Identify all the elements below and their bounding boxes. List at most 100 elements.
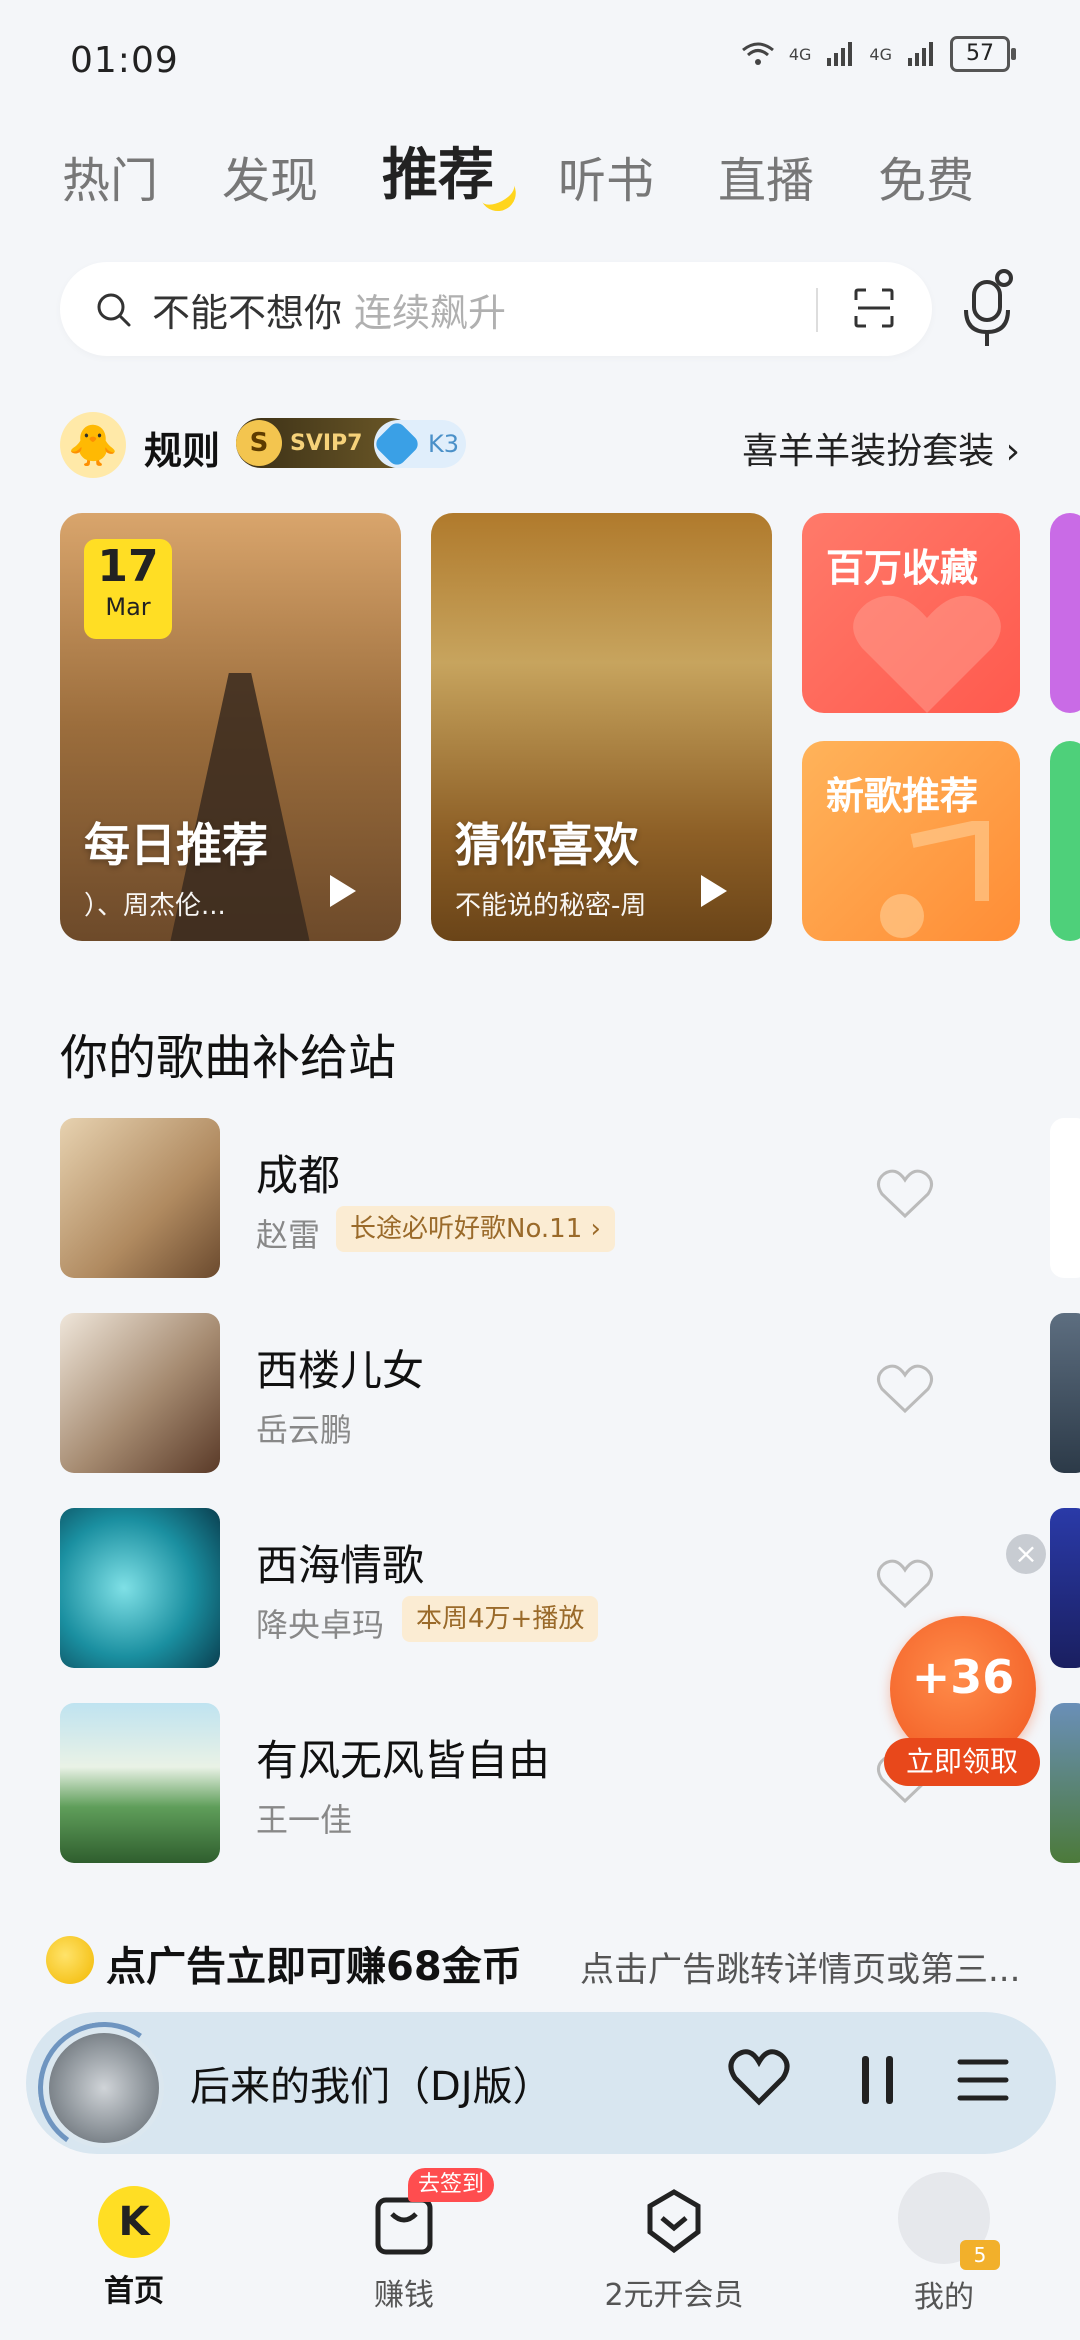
list-item[interactable]: 成都 赵雷 长途必听好歌No.11 › bbox=[60, 1118, 960, 1278]
microphone-icon[interactable] bbox=[958, 268, 1020, 350]
mini-player[interactable]: 后来的我们（DJ版） bbox=[26, 2011, 1056, 2165]
status-time: 01:09 bbox=[70, 40, 179, 81]
avatar[interactable]: 🐥 bbox=[60, 412, 126, 478]
user-row: 🐥 规则 S SVIP7 K3 喜羊羊装扮套装 › bbox=[60, 412, 1020, 478]
card-subtitle: ）、周杰伦... bbox=[84, 891, 226, 921]
suit-link-label: 喜羊羊装扮套装 bbox=[742, 431, 995, 472]
tab-recommend-label: 推荐 bbox=[382, 143, 495, 208]
song-artist: 降央卓玛 bbox=[256, 1606, 385, 1644]
wifi-icon bbox=[741, 42, 774, 65]
list-item[interactable]: 西海情歌 降央卓玛 本周4万+播放 bbox=[60, 1508, 960, 1668]
tab-hot[interactable]: 热门 bbox=[62, 141, 158, 211]
nav-earn[interactable]: 赚钱 bbox=[314, 2186, 494, 2314]
coin-icon bbox=[46, 1936, 94, 1984]
k-level-label: K3 bbox=[428, 430, 460, 458]
playlist-icon[interactable] bbox=[956, 2054, 1010, 2106]
nav-earn-label: 赚钱 bbox=[374, 2278, 434, 2313]
guess-you-like-card[interactable]: 猜你喜欢 不能说的秘密-周 bbox=[431, 513, 772, 941]
album-cover bbox=[60, 1508, 220, 1668]
card-subtitle: 不能说的秘密-周 bbox=[455, 891, 647, 921]
suit-link[interactable]: 喜羊羊装扮套装 › bbox=[742, 422, 1020, 474]
nav-home[interactable]: K 首页 bbox=[44, 2186, 224, 2310]
me-avatar: 5 bbox=[898, 2172, 1000, 2270]
coin-reward-widget[interactable]: +36 立即领取 bbox=[884, 1616, 1040, 1786]
tab-discover[interactable]: 发现 bbox=[222, 141, 318, 211]
signal-icon bbox=[827, 42, 853, 66]
status-icons: 4G 4G 57 bbox=[741, 36, 1016, 72]
battery-icon: 57 bbox=[950, 36, 1016, 72]
list-item[interactable]: 西楼儿女 岳云鹏 bbox=[60, 1313, 960, 1473]
user-name[interactable]: 规则 bbox=[144, 420, 220, 475]
card-peek[interactable] bbox=[1050, 513, 1080, 713]
tab-live[interactable]: 直播 bbox=[718, 141, 814, 211]
song-title: 西楼儿女 bbox=[256, 1346, 425, 1395]
peek-cover bbox=[1050, 1118, 1080, 1278]
song-tag[interactable]: 本周4万+播放 bbox=[402, 1596, 599, 1642]
diamond-icon bbox=[647, 2189, 701, 2254]
bottom-nav: K 首页 赚钱 2元开会员 5 我的 bbox=[0, 2156, 1080, 2340]
search-divider bbox=[816, 288, 818, 332]
chevron-right-icon: › bbox=[1005, 431, 1020, 472]
heart-icon[interactable] bbox=[728, 2048, 790, 2106]
song-artist: 王一佳 bbox=[256, 1801, 353, 1839]
nav-me[interactable]: 5 我的 bbox=[854, 2172, 1034, 2316]
nav-vip-label: 2元开会员 bbox=[604, 2278, 744, 2313]
top-tabs: 热门 发现 推荐 听书 直播 免费 bbox=[62, 130, 974, 218]
reward-amount: +36 bbox=[911, 1650, 1015, 1704]
heart-icon[interactable] bbox=[876, 1363, 934, 1415]
search-query: 不能不想你 连续飙升 bbox=[152, 282, 506, 337]
signal-icon-2 bbox=[908, 42, 933, 66]
peek-cover bbox=[1050, 1703, 1080, 1863]
signal-4g-label: 4G bbox=[788, 44, 812, 64]
nav-me-label: 我的 bbox=[914, 2280, 974, 2315]
search-bar[interactable]: 不能不想你 连续飙升 bbox=[60, 262, 932, 356]
pause-icon[interactable] bbox=[854, 2052, 904, 2108]
new-songs-card[interactable]: 新歌推荐 bbox=[802, 741, 1020, 941]
nav-vip[interactable]: 2元开会员 bbox=[584, 2186, 764, 2314]
ad-banner[interactable]: 点广告立即可赚68金币 点击广告跳转详情页或第三... bbox=[46, 1930, 1046, 1990]
peek-cover bbox=[1050, 1313, 1080, 1473]
svip-label: SVIP7 bbox=[290, 430, 363, 456]
music-note-decor-icon bbox=[880, 821, 989, 938]
svip-level-icon: S bbox=[236, 420, 282, 466]
song-artist: 赵雷 bbox=[256, 1216, 321, 1254]
playback-progress-ring bbox=[27, 2011, 181, 2165]
claim-reward-button[interactable]: 立即领取 bbox=[884, 1738, 1040, 1786]
song-artist: 岳云鹏 bbox=[256, 1411, 353, 1449]
album-cover bbox=[60, 1703, 220, 1863]
now-playing-title: 后来的我们（DJ版） bbox=[190, 2064, 553, 2110]
home-logo-icon: K bbox=[98, 2186, 170, 2258]
card-peek[interactable] bbox=[1050, 741, 1080, 941]
song-tag[interactable]: 长途必听好歌No.11 › bbox=[336, 1206, 615, 1252]
play-icon[interactable] bbox=[330, 875, 356, 907]
level-badge: 5 bbox=[960, 2240, 1000, 2270]
heart-icon[interactable] bbox=[876, 1558, 934, 1610]
search-hint: 连续飙升 bbox=[354, 291, 507, 335]
date-day: 17 bbox=[97, 541, 159, 592]
tab-recommend[interactable]: 推荐 bbox=[382, 130, 523, 218]
heart-icon[interactable] bbox=[876, 1168, 934, 1220]
album-cover bbox=[60, 1118, 220, 1278]
section-title: 你的歌曲补给站 bbox=[60, 1030, 397, 1086]
sign-in-badge[interactable]: 去签到 bbox=[408, 2168, 495, 2202]
scan-icon[interactable] bbox=[850, 284, 898, 332]
heart-decor-icon bbox=[853, 595, 1001, 713]
tab-free[interactable]: 免费 bbox=[878, 141, 974, 211]
ad-title: 点广告立即可赚68金币 bbox=[106, 1944, 522, 1990]
play-icon[interactable] bbox=[701, 875, 727, 907]
peek-cover bbox=[1050, 1508, 1080, 1668]
tab-audiobook[interactable]: 听书 bbox=[558, 141, 654, 211]
list-item[interactable]: 有风无风皆自由 王一佳 bbox=[60, 1703, 960, 1863]
million-favorites-card[interactable]: 百万收藏 bbox=[802, 513, 1020, 713]
date-badge: 17 Mar bbox=[84, 539, 172, 639]
album-cover bbox=[60, 1313, 220, 1473]
card-title: 猜你喜欢 bbox=[455, 818, 639, 872]
close-reward-button[interactable]: × bbox=[1006, 1534, 1046, 1574]
daily-recommend-card[interactable]: 17 Mar 每日推荐 ）、周杰伦... bbox=[60, 513, 401, 941]
song-title: 成都 bbox=[256, 1151, 341, 1200]
ad-description: 点击广告跳转详情页或第三... bbox=[580, 1950, 1021, 1990]
k-level-badge[interactable]: K3 bbox=[372, 419, 466, 469]
song-title: 有风无风皆自由 bbox=[256, 1736, 551, 1785]
song-title: 西海情歌 bbox=[256, 1541, 425, 1590]
date-month: Mar bbox=[105, 593, 151, 621]
